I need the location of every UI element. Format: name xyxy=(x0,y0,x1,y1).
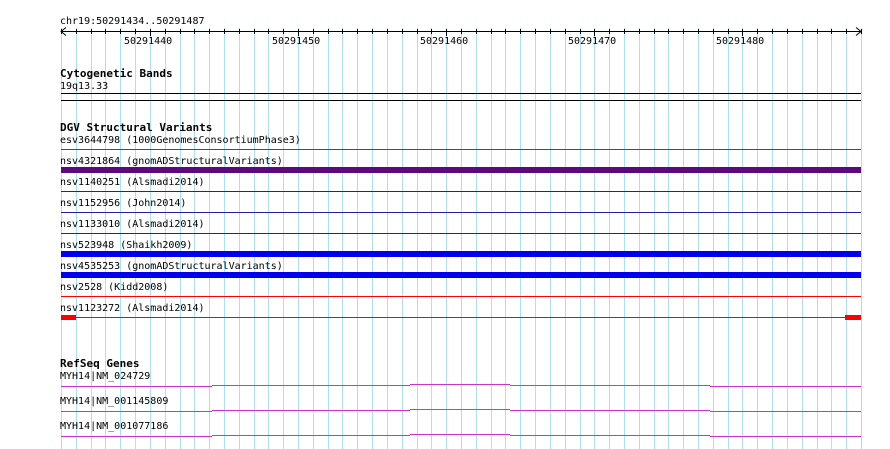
dgv-feature-block xyxy=(845,315,861,320)
track-title-refseq[interactable]: RefSeq Genes xyxy=(60,358,139,370)
dgv-feature-label[interactable]: nsv4535253 (gnomADStructuralVariants) xyxy=(60,261,283,272)
location-label: chr19:50291434..50291487 xyxy=(60,16,205,27)
gene-label[interactable]: MYH14|NM_001145809 xyxy=(60,396,168,407)
dgv-feature-label[interactable]: nsv1140251 (Alsmadi2014) xyxy=(60,177,205,188)
dgv-feature-label[interactable]: nsv1133010 (Alsmadi2014) xyxy=(60,219,205,230)
dgv-feature-label[interactable]: nsv1152956 (John2014) xyxy=(60,198,186,209)
ruler-tick-label: 50291440 xyxy=(124,36,173,47)
cytoband-label: 19q13.33 xyxy=(60,81,109,92)
ruler-tick-label: 50291450 xyxy=(272,36,321,47)
track-title-dgv[interactable]: DGV Structural Variants xyxy=(60,122,212,134)
genome-browser-view: chr19:50291434..50291487 50291440 502914… xyxy=(0,0,890,449)
dgv-feature-bar xyxy=(61,272,861,278)
ruler-tick-label: 50291470 xyxy=(568,36,617,47)
dgv-feature-block xyxy=(61,315,76,320)
ruler-tick-label: 50291480 xyxy=(716,36,765,47)
dgv-feature-label[interactable]: nsv2528 (Kidd2008) xyxy=(60,282,168,293)
track-title-cytoband[interactable]: Cytogenetic Bands xyxy=(60,68,173,80)
dgv-feature-label[interactable]: nsv523948 (Shaikh2009) xyxy=(60,240,192,251)
gene-label[interactable]: MYH14|NM_001077186 xyxy=(60,421,168,432)
gene-label[interactable]: MYH14|NM_024729 xyxy=(60,371,150,382)
dgv-feature-label[interactable]: nsv4321864 (gnomADStructuralVariants) xyxy=(60,156,283,167)
dgv-feature-label[interactable]: nsv1123272 (Alsmadi2014) xyxy=(60,303,205,314)
dgv-feature-bar xyxy=(61,167,861,173)
dgv-feature-label[interactable]: esv3644798 (1000GenomesConsortiumPhase3) xyxy=(60,135,301,146)
dgv-feature-bar xyxy=(61,251,861,257)
ruler-tick-label: 50291460 xyxy=(420,36,469,47)
